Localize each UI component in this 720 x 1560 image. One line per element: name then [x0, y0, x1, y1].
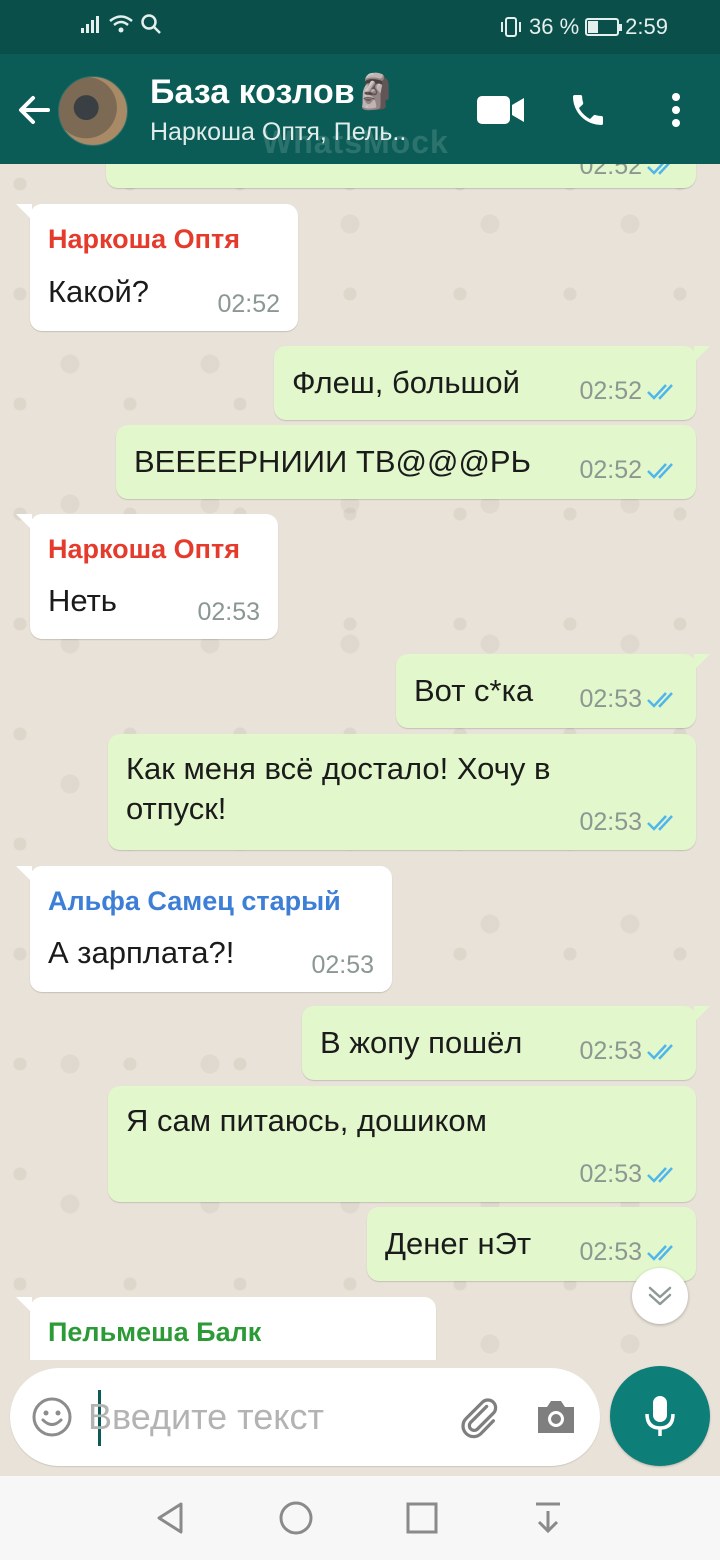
- message-text: В жопу пошёл: [320, 1025, 523, 1060]
- more-vertical-icon: [672, 93, 680, 127]
- message-bubble-outgoing[interactable]: В жопу пошёл 02:53: [302, 1006, 710, 1080]
- message-time: 02:52: [579, 377, 642, 405]
- message-bubble-incoming[interactable]: Пельмеша Балк: [16, 1297, 436, 1360]
- camera-button[interactable]: [532, 1393, 580, 1441]
- read-ticks-icon: [647, 815, 673, 831]
- battery-icon: [585, 18, 623, 36]
- message-bubble-incoming[interactable]: Альфа Самец старый А зарплата?! 02:53: [16, 866, 392, 992]
- message-text: ВЕЕЕЕРНИИИ ТВ@@@РЬ: [134, 444, 531, 479]
- nav-recents-button[interactable]: [400, 1496, 444, 1540]
- paperclip-icon: [461, 1398, 498, 1439]
- battery-level: [588, 21, 599, 33]
- message-bubble-incoming[interactable]: Наркоша Оптя Какой? 02:52: [16, 204, 298, 331]
- message-bubble-outgoing[interactable]: Я сам питаюсь, дошиком 02:53: [108, 1086, 696, 1202]
- scroll-to-bottom-button[interactable]: [632, 1268, 688, 1324]
- message-input[interactable]: [88, 1388, 428, 1446]
- chat-header: База козлов🗿 Наркоша Оптя, Пель.. WhatsM…: [0, 54, 720, 164]
- read-ticks-icon: [647, 463, 673, 479]
- system-navigation-bar: [0, 1476, 720, 1560]
- back-button[interactable]: [14, 90, 54, 130]
- read-ticks-icon: [647, 1044, 673, 1060]
- message-text: Неть: [48, 583, 117, 618]
- message-list[interactable]: 02:52 Наркоша Оптя Какой? 02:52 Флеш, бо…: [0, 164, 720, 1360]
- nav-notifications-button[interactable]: [526, 1496, 570, 1540]
- message-time: 02:52: [217, 290, 280, 318]
- arrow-left-icon: [19, 96, 50, 124]
- message-text: Денег нЭт: [385, 1226, 532, 1261]
- message-time: 02:53: [579, 1160, 642, 1188]
- wifi-icon: [109, 15, 133, 33]
- message-sender: Альфа Самец старый: [48, 886, 341, 916]
- circle-home-icon: [279, 1501, 313, 1535]
- message-text-line: Как меня всё достало! Хочу в: [126, 751, 551, 786]
- clock: 2:59: [625, 14, 668, 39]
- microphone-icon: [645, 1396, 675, 1436]
- message-bubble-outgoing[interactable]: Как меня всё достало! Хочу в отпуск! 02:…: [108, 734, 696, 850]
- message-text: Я сам питаюсь, дошиком: [126, 1103, 487, 1138]
- composer-pill: [10, 1368, 600, 1466]
- chat-title[interactable]: База козлов🗿: [150, 72, 397, 112]
- battery-percent: 36 %: [529, 14, 580, 39]
- read-ticks-icon: [647, 692, 673, 708]
- video-call-button[interactable]: [476, 86, 526, 134]
- emoji-button[interactable]: [30, 1395, 74, 1439]
- pull-down-icon: [536, 1502, 560, 1534]
- voice-record-button[interactable]: [610, 1366, 710, 1466]
- message-time: 02:53: [579, 1238, 642, 1266]
- vibrate-icon: [501, 17, 522, 37]
- message-sender: Наркоша Оптя: [48, 224, 240, 254]
- message-time: 02:53: [311, 951, 374, 979]
- message-time: 02:53: [579, 1037, 642, 1065]
- message-text: А зарплата?!: [48, 935, 235, 970]
- message-text: Какой?: [48, 274, 150, 309]
- message-bubble-incoming[interactable]: Наркоша Оптя Неть 02:53: [16, 514, 278, 639]
- signal-icon: [81, 16, 99, 33]
- message-bubble-outgoing[interactable]: 02:52: [106, 164, 696, 188]
- message-time: 02:52: [579, 164, 642, 180]
- message-time: 02:53: [197, 598, 260, 626]
- chevron-double-down-icon: [648, 1286, 672, 1306]
- message-sender: Пельмеша Балк: [48, 1317, 262, 1347]
- search-icon: [141, 14, 161, 34]
- status-bar: 36 % 2:59: [0, 0, 720, 54]
- message-time: 02:53: [579, 808, 642, 836]
- message-text: Флеш, большой: [292, 365, 520, 400]
- read-ticks-icon: [647, 1245, 673, 1261]
- message-sender: Наркоша Оптя: [48, 534, 240, 564]
- message-time: 02:53: [579, 685, 642, 713]
- read-ticks-icon: [647, 164, 671, 175]
- video-camera-icon: [477, 96, 524, 124]
- voice-call-button[interactable]: [566, 86, 610, 134]
- read-ticks-icon: [647, 1167, 673, 1183]
- message-time: 02:52: [579, 456, 642, 484]
- square-recents-icon: [406, 1502, 438, 1534]
- emoji-icon: [32, 1397, 72, 1437]
- message-text-line: отпуск!: [126, 791, 227, 826]
- group-avatar[interactable]: [58, 76, 128, 146]
- menu-button[interactable]: [660, 86, 692, 134]
- message-bubble-outgoing[interactable]: Флеш, большой 02:52: [274, 346, 710, 420]
- message-text: Вот с*ка: [414, 673, 534, 708]
- attach-button[interactable]: [454, 1393, 502, 1441]
- composer-bar: [0, 1360, 720, 1476]
- nav-home-button[interactable]: [274, 1496, 318, 1540]
- phone-icon: [573, 95, 603, 125]
- camera-icon: [538, 1401, 574, 1433]
- message-bubble-outgoing[interactable]: Вот с*ка 02:53: [396, 654, 710, 728]
- read-ticks-icon: [647, 384, 673, 400]
- message-bubble-outgoing[interactable]: ВЕЕЕЕРНИИИ ТВ@@@РЬ 02:52: [116, 425, 696, 499]
- watermark: WhatsMock: [262, 124, 449, 160]
- nav-back-button[interactable]: [148, 1496, 192, 1540]
- triangle-back-icon: [157, 1502, 183, 1534]
